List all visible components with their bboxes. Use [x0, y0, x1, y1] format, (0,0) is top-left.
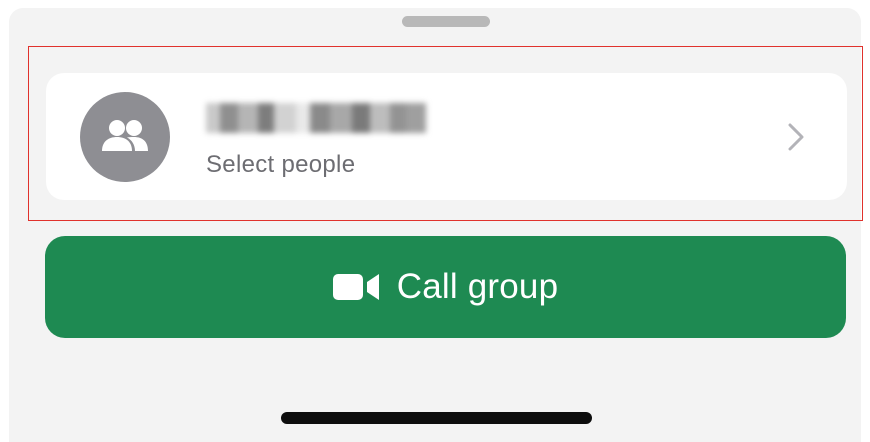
group-name-redacted [206, 103, 426, 133]
home-indicator [281, 412, 592, 424]
video-camera-icon [332, 274, 379, 300]
group-row-subtitle: Select people [206, 151, 356, 178]
group-select-row[interactable]: Select people [46, 73, 847, 200]
call-group-button[interactable]: Call group [45, 236, 846, 338]
sheet-grabber-handle[interactable] [402, 16, 490, 27]
bottom-sheet: Select people Call group [9, 8, 863, 442]
group-people-icon [102, 120, 148, 151]
call-group-label: Call group [396, 267, 559, 306]
chevron-right-icon [788, 123, 804, 151]
group-avatar [80, 92, 170, 182]
